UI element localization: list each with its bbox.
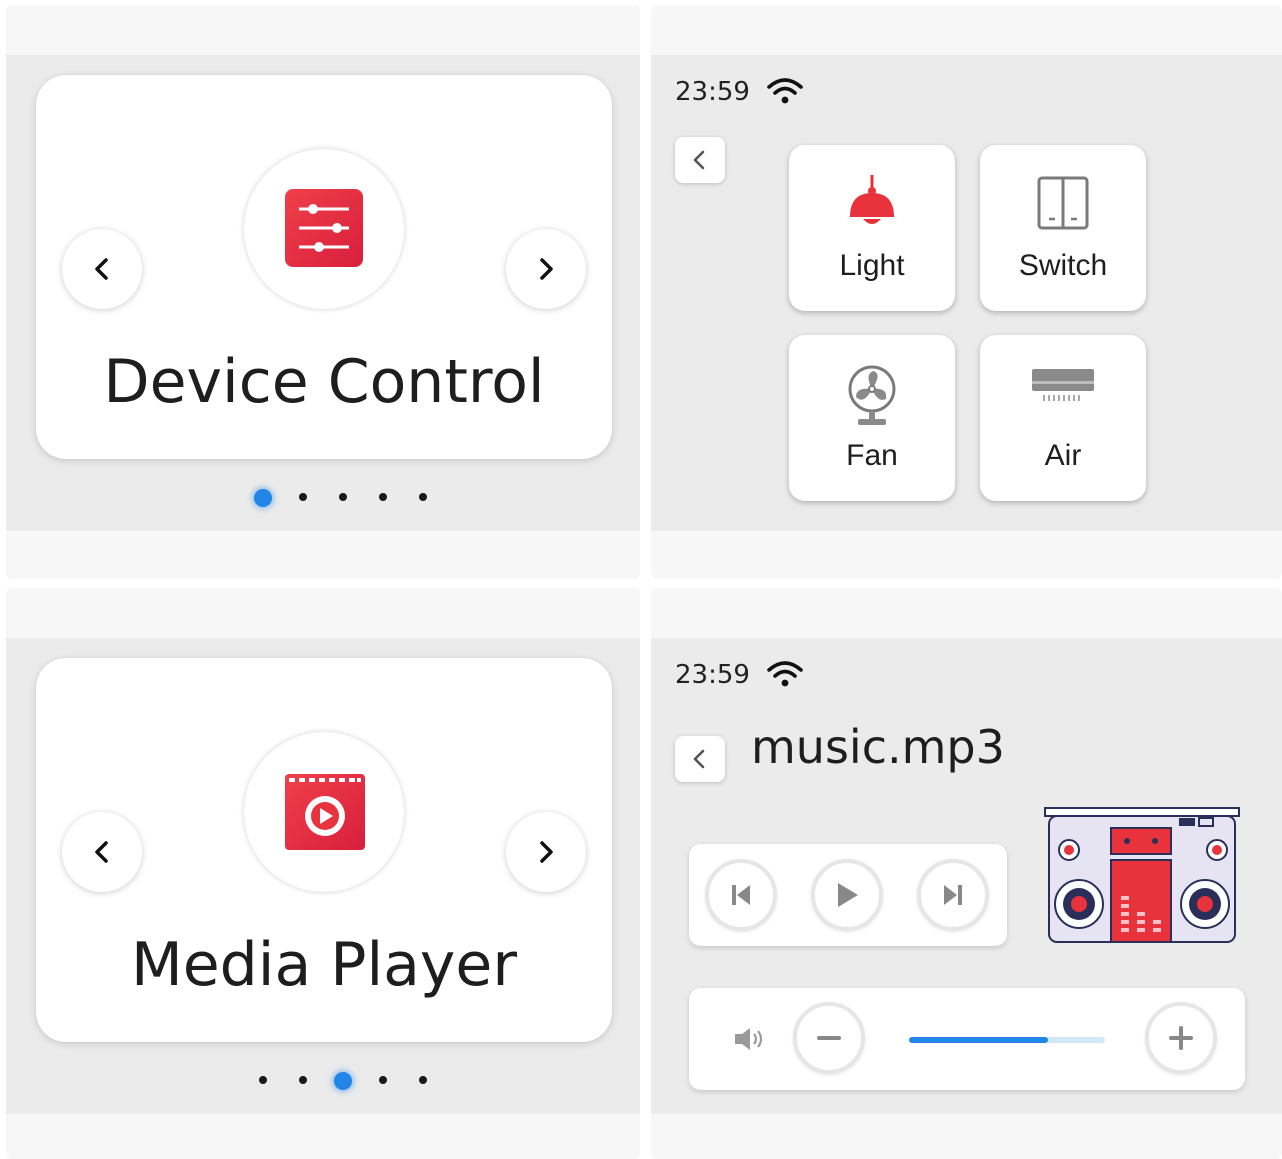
volume-down-button[interactable] (793, 1002, 865, 1074)
minus-icon (817, 1036, 841, 1040)
wall-switch-icon (1037, 176, 1089, 230)
carousel-prev-button[interactable] (62, 229, 142, 309)
back-button[interactable] (675, 736, 725, 782)
carousel-screen: Media Player (6, 638, 640, 1114)
media-screen: 23:59 music.mp3 (651, 638, 1282, 1114)
track-name: music.mp3 (751, 720, 1005, 774)
tile-fan-label: Fan (846, 439, 898, 472)
fan-icon (848, 365, 896, 425)
air-conditioner-icon (1032, 369, 1094, 401)
chevron-left-icon (693, 749, 705, 769)
page-dot[interactable] (419, 493, 427, 501)
volume-up-button[interactable] (1145, 1002, 1217, 1074)
volume-slider-fill (909, 1037, 1049, 1043)
chevron-left-icon (693, 150, 705, 170)
back-button[interactable] (675, 137, 725, 183)
page-dot[interactable] (299, 1076, 307, 1084)
wifi-icon (767, 78, 803, 104)
tile-fan[interactable]: Fan (789, 335, 955, 501)
plus-icon (1169, 1026, 1193, 1050)
ceiling-lamp-icon (850, 175, 894, 224)
tile-switch[interactable]: Switch (980, 145, 1146, 311)
media-screen-panel: 23:59 music.mp3 (651, 588, 1282, 1159)
chevron-right-icon (540, 841, 553, 863)
volume-control (689, 988, 1245, 1090)
page-dot[interactable] (259, 1076, 267, 1084)
tile-switch-label: Switch (1018, 249, 1108, 282)
chevron-right-icon (540, 258, 553, 280)
tile-light[interactable]: Light (789, 145, 955, 311)
carousel-title: Media Player (131, 930, 517, 1000)
device-screen-panel: 23:59 Light Switch Fan Air (651, 5, 1282, 579)
page-dot-active[interactable] (334, 1072, 352, 1090)
wifi-icon (767, 661, 803, 687)
page-dot-active[interactable] (254, 489, 272, 507)
carousel-next-button[interactable] (506, 812, 586, 892)
play-icon (838, 883, 858, 907)
play-button[interactable] (811, 859, 883, 931)
page-dot[interactable] (419, 1076, 427, 1084)
page-indicator (246, 1070, 446, 1090)
tile-air[interactable]: Air (980, 335, 1146, 501)
carousel-card[interactable]: Media Player (36, 658, 612, 1042)
next-track-button[interactable] (917, 859, 989, 931)
tile-air-label: Air (1044, 439, 1082, 472)
device-screen: 23:59 Light Switch Fan Air (651, 55, 1282, 531)
page-dot[interactable] (339, 493, 347, 501)
volume-slider[interactable] (909, 1037, 1105, 1043)
skip-forward-icon (944, 885, 962, 905)
carousel-prev-button[interactable] (62, 812, 142, 892)
carousel-screen: Device Control (6, 55, 640, 531)
carousel-card[interactable]: Device Control (36, 75, 612, 459)
tile-light-label: Light (839, 249, 905, 282)
chevron-left-icon (95, 841, 108, 863)
boombox-icon (1044, 807, 1240, 943)
speaker-icon (735, 1028, 763, 1050)
app-icon-circle[interactable] (244, 732, 404, 892)
sliders-icon (285, 189, 363, 267)
app-icon-circle[interactable] (244, 149, 404, 309)
status-time: 23:59 (675, 77, 750, 107)
skip-back-icon (732, 885, 750, 905)
status-time: 23:59 (675, 660, 750, 690)
page-dot[interactable] (299, 493, 307, 501)
transport-controls (689, 844, 1007, 946)
previous-track-button[interactable] (705, 859, 777, 931)
page-dot[interactable] (379, 493, 387, 501)
page-dot[interactable] (379, 1076, 387, 1084)
carousel-next-button[interactable] (506, 229, 586, 309)
page-indicator (246, 487, 446, 507)
media-player-panel: Media Player (6, 588, 640, 1159)
chevron-left-icon (95, 258, 108, 280)
video-play-icon (285, 774, 365, 850)
device-control-panel: Device Control (6, 5, 640, 579)
carousel-title: Device Control (103, 347, 545, 417)
